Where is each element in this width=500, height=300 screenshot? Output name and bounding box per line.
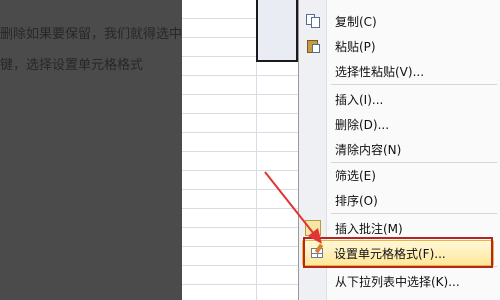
insert-comment-icon <box>305 220 321 236</box>
menu-item-filter[interactable]: 筛选(E) <box>299 164 500 186</box>
menu-item-clear-contents[interactable]: 清除内容(N) <box>299 138 500 160</box>
annotation-highlight-box <box>303 237 493 268</box>
menu-item-sort[interactable]: 排序(O) <box>299 189 500 211</box>
selected-cell-range[interactable] <box>256 0 298 62</box>
menu-item-label: 排序(O) <box>335 193 378 208</box>
paste-icon <box>305 38 321 54</box>
menu-item-delete[interactable]: 删除(D)... <box>299 113 500 135</box>
menu-item-label: 选择性粘贴(V)... <box>335 64 425 79</box>
menu-separator <box>331 213 497 214</box>
menu-item-label: 筛选(E) <box>335 168 376 183</box>
menu-item-copy[interactable]: 复制(C) <box>299 10 500 32</box>
menu-item-label: 插入批注(M) <box>335 221 403 236</box>
menu-item-label: 删除(D)... <box>335 117 390 132</box>
menu-item-label: 粘贴(P) <box>335 39 376 54</box>
menu-item-pick-from-list[interactable]: 从下拉列表中选择(K)... <box>299 270 500 292</box>
menu-item-insert-comment[interactable]: 插入批注(M) <box>299 217 500 239</box>
menu-item-label: 从下拉列表中选择(K)... <box>335 274 460 289</box>
menu-item-insert[interactable]: 插入(I)... <box>299 88 500 110</box>
menu-item-label: 复制(C) <box>335 14 377 29</box>
menu-item-paste[interactable]: 粘贴(P) <box>299 35 500 57</box>
menu-item-label: 清除内容(N) <box>335 142 402 157</box>
article-line-2: 键，选择设置单元格格式 <box>0 58 144 73</box>
menu-separator <box>331 84 497 85</box>
menu-separator <box>331 162 497 163</box>
menu-item-paste-special[interactable]: 选择性粘贴(V)... <box>299 60 500 82</box>
article-line-1: 删除如果要保留，我们就得选中 <box>0 27 183 42</box>
menu-item-label: 插入(I)... <box>335 92 384 107</box>
article-text-area: 删除如果要保留，我们就得选中 键，选择设置单元格格式 <box>0 0 182 300</box>
copy-icon <box>305 13 321 29</box>
